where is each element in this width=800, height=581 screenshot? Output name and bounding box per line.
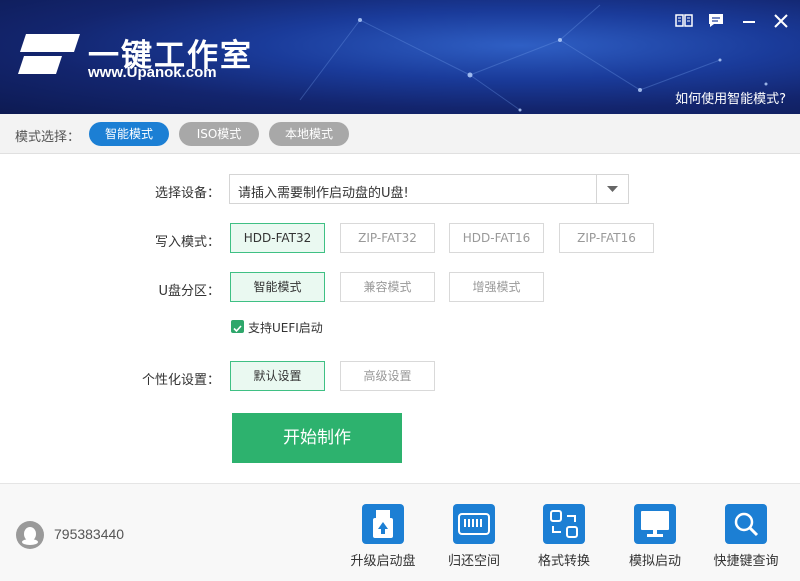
book-icon[interactable] xyxy=(675,12,693,30)
search-icon xyxy=(725,504,767,544)
personal-settings-label: 个性化设置： xyxy=(141,373,220,388)
start-button[interactable]: 开始制作 xyxy=(232,413,402,463)
device-label: 选择设备： xyxy=(154,186,220,201)
close-icon[interactable] xyxy=(772,12,790,30)
convert-icon xyxy=(543,504,585,544)
tab-iso-mode[interactable]: ISO模式 xyxy=(179,122,259,146)
tab-local-mode[interactable]: 本地模式 xyxy=(269,122,349,146)
minimize-icon[interactable] xyxy=(740,12,758,30)
partition-option-compatible[interactable]: 兼容模式 xyxy=(340,272,435,302)
tool-label: 归还空间 xyxy=(447,554,500,569)
mode-label: 模式选择： xyxy=(15,130,81,145)
monitor-icon xyxy=(634,504,676,544)
personal-option-advanced[interactable]: 高级设置 xyxy=(340,361,435,391)
mode-bar: 模式选择： 智能模式 ISO模式 本地模式 xyxy=(0,114,800,154)
partition-label: U盘分区： xyxy=(158,284,220,299)
tool-hotkey-query[interactable]: 快捷键查询 xyxy=(706,504,786,569)
write-mode-label: 写入模式： xyxy=(154,235,220,250)
tool-label: 升级启动盘 xyxy=(350,554,416,569)
check-icon xyxy=(233,325,242,333)
uefi-label[interactable]: 支持UEFI启动 xyxy=(248,319,323,336)
uefi-checkbox[interactable] xyxy=(231,320,244,333)
footer: 795383440 升级启动盘 归还空间 格式转换 模拟启动 快捷键查询 xyxy=(0,483,800,581)
personal-option-default[interactable]: 默认设置 xyxy=(230,361,325,391)
partition-option-smart[interactable]: 智能模式 xyxy=(230,272,325,302)
tool-label: 模拟启动 xyxy=(628,554,681,569)
qq-icon xyxy=(16,521,44,549)
disk-drive-icon xyxy=(453,504,495,544)
tool-label: 格式转换 xyxy=(537,554,590,569)
upgrade-disk-icon xyxy=(362,504,404,544)
tool-restore-space[interactable]: 归还空间 xyxy=(434,504,514,569)
write-option-zip-fat32[interactable]: ZIP-FAT32 xyxy=(340,223,435,253)
device-select[interactable]: 请插入需要制作启动盘的U盘! xyxy=(229,174,629,204)
chevron-down-icon[interactable] xyxy=(596,175,628,203)
device-select-value: 请插入需要制作启动盘的U盘! xyxy=(238,186,409,201)
write-option-hdd-fat16[interactable]: HDD-FAT16 xyxy=(449,223,544,253)
brand-url: www.Upanok.com xyxy=(88,64,217,81)
help-link[interactable]: 如何使用智能模式? xyxy=(675,88,786,107)
partition-option-enhanced[interactable]: 增强模式 xyxy=(449,272,544,302)
tool-format-convert[interactable]: 格式转换 xyxy=(524,504,604,569)
tool-label: 快捷键查询 xyxy=(713,554,779,569)
write-option-hdd-fat32[interactable]: HDD-FAT32 xyxy=(230,223,325,253)
tab-smart-mode[interactable]: 智能模式 xyxy=(89,122,169,146)
qq-number[interactable]: 795383440 xyxy=(54,526,124,542)
tool-upgrade-disk[interactable]: 升级启动盘 xyxy=(343,504,423,569)
write-option-zip-fat16[interactable]: ZIP-FAT16 xyxy=(559,223,654,253)
tool-simulate-boot[interactable]: 模拟启动 xyxy=(615,504,695,569)
logo-icon xyxy=(18,34,80,74)
message-icon[interactable] xyxy=(707,12,725,30)
header-banner: 一键工作室 www.Upanok.com 如何使用智能模式? xyxy=(0,0,800,114)
